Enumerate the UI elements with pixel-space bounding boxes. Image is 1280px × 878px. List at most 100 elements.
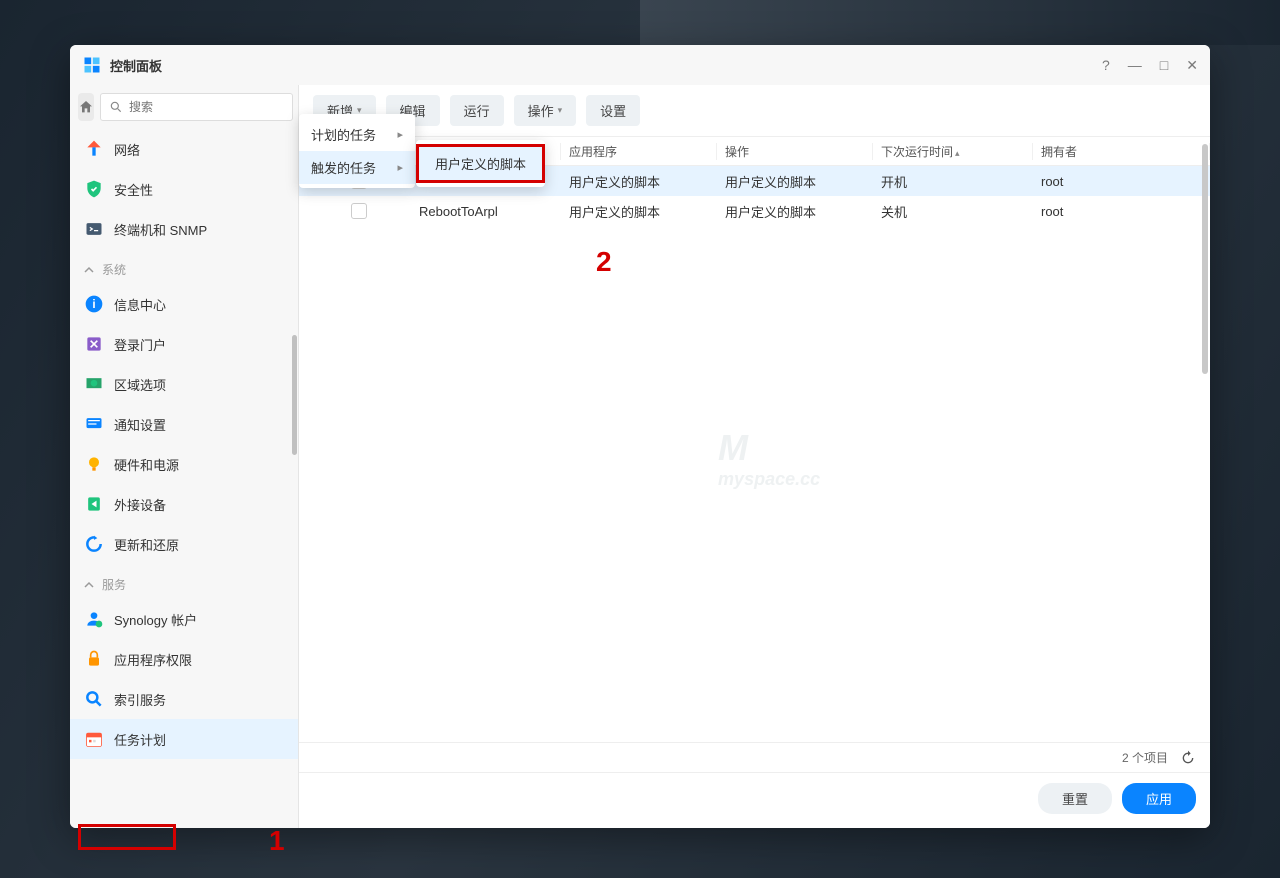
section-title: 系统 — [102, 261, 126, 278]
message-icon — [84, 414, 104, 434]
titlebar: 控制面板 ? — □ ✕ — [70, 45, 1210, 85]
info-icon: i — [84, 294, 104, 314]
toolbar: 新增▾ 编辑 运行 操作▾ 设置 计划的任务 ▸ 触发的任务 ▸ 用户定义的 — [299, 85, 1210, 136]
sidebar-label: 信息中心 — [114, 295, 166, 314]
home-icon — [78, 99, 94, 115]
maximize-button[interactable]: □ — [1160, 57, 1168, 73]
submenu-item-user-defined-script[interactable]: 用户定义的脚本 — [416, 144, 545, 183]
sidebar-label: 终端机和 SNMP — [114, 220, 207, 239]
apply-button[interactable]: 应用 — [1122, 783, 1196, 814]
caret-down-icon: ▾ — [558, 105, 563, 116]
help-button[interactable]: ? — [1102, 57, 1110, 73]
app-icon — [82, 55, 102, 75]
sidebar-item-terminal[interactable]: 终端机和 SNMP — [70, 209, 298, 249]
cell-operation: 用户定义的脚本 — [717, 172, 873, 191]
window-title: 控制面板 — [110, 56, 1102, 75]
shield-icon — [84, 179, 104, 199]
sidebar-item-security[interactable]: 安全性 — [70, 169, 298, 209]
terminal-icon — [84, 219, 104, 239]
sidebar: 网络 安全性 终端机和 SNMP 系统 i 信息中心 — [70, 85, 299, 828]
chevron-right-icon: ▸ — [397, 161, 403, 174]
sidebar-section-system[interactable]: 系统 — [70, 249, 298, 284]
calendar-icon — [84, 729, 104, 749]
sidebar-label: 索引服务 — [114, 690, 166, 709]
cell-operation: 用户定义的脚本 — [717, 202, 873, 221]
cell-owner: root — [1033, 174, 1210, 189]
lock-icon — [84, 649, 104, 669]
dropdown-label: 触发的任务 — [311, 158, 376, 177]
cell-owner: root — [1033, 204, 1210, 219]
settings-button[interactable]: 设置 — [586, 95, 640, 126]
sidebar-list: 网络 安全性 终端机和 SNMP 系统 i 信息中心 — [70, 129, 298, 828]
section-title: 服务 — [102, 576, 126, 593]
main-panel: 新增▾ 编辑 运行 操作▾ 设置 计划的任务 ▸ 触发的任务 ▸ 用户定义的 — [299, 85, 1210, 828]
sidebar-item-login-portal[interactable]: 登录门户 — [70, 324, 298, 364]
column-owner[interactable]: 拥有者 — [1033, 143, 1210, 160]
dropdown-label: 计划的任务 — [311, 125, 376, 144]
sidebar-label: 任务计划 — [114, 730, 166, 749]
column-application[interactable]: 应用程序 — [561, 143, 717, 160]
scrollbar[interactable] — [1202, 144, 1208, 374]
sidebar-label: 区域选项 — [114, 375, 166, 394]
sidebar-label: 外接设备 — [114, 495, 166, 514]
cell-next-run: 开机 — [873, 172, 1033, 191]
sidebar-label: 通知设置 — [114, 415, 166, 434]
sidebar-item-notification[interactable]: 通知设置 — [70, 404, 298, 444]
task-table: 任务名称 应用程序 操作 下次运行时间▴ 拥有者 用户定义的脚本 用户定义的脚本… — [299, 136, 1210, 742]
annotation-number-2: 2 — [596, 246, 612, 278]
sidebar-section-services[interactable]: 服务 — [70, 564, 298, 599]
status-bar: 2 个项目 — [299, 742, 1210, 773]
sidebar-item-synology-account[interactable]: Synology 帐户 — [70, 599, 298, 639]
cell-next-run: 关机 — [873, 202, 1033, 221]
sidebar-item-indexing[interactable]: 索引服务 — [70, 679, 298, 719]
globe-icon — [84, 374, 104, 394]
row-checkbox[interactable] — [351, 203, 367, 219]
cell-application: 用户定义的脚本 — [561, 172, 717, 191]
svg-text:i: i — [92, 298, 95, 311]
chevron-right-icon: ▸ — [397, 128, 403, 141]
search-service-icon — [84, 689, 104, 709]
home-button[interactable] — [78, 93, 94, 121]
sidebar-item-task-scheduler[interactable]: 任务计划 — [70, 719, 298, 759]
external-icon — [84, 494, 104, 514]
sidebar-label: 应用程序权限 — [114, 650, 192, 669]
account-icon — [84, 609, 104, 629]
chevron-up-icon — [84, 265, 94, 275]
portal-icon — [84, 334, 104, 354]
sidebar-label: 安全性 — [114, 180, 153, 199]
reset-button[interactable]: 重置 — [1038, 783, 1112, 814]
column-operation[interactable]: 操作 — [717, 143, 873, 160]
dropdown-item-scheduled-task[interactable]: 计划的任务 ▸ — [299, 118, 415, 151]
new-dropdown: 计划的任务 ▸ 触发的任务 ▸ — [299, 114, 415, 188]
submenu: 用户定义的脚本 — [416, 140, 545, 187]
sidebar-item-network[interactable]: 网络 — [70, 129, 298, 169]
minimize-button[interactable]: — — [1128, 57, 1142, 73]
table-row[interactable]: RebootToArpl 用户定义的脚本 用户定义的脚本 关机 root — [299, 196, 1210, 226]
column-next-run[interactable]: 下次运行时间▴ — [873, 143, 1033, 160]
annotation-number-1: 1 — [269, 825, 285, 857]
dropdown-item-triggered-task[interactable]: 触发的任务 ▸ — [299, 151, 415, 184]
sidebar-item-infocenter[interactable]: i 信息中心 — [70, 284, 298, 324]
sidebar-item-app-privileges[interactable]: 应用程序权限 — [70, 639, 298, 679]
sidebar-item-update[interactable]: 更新和还原 — [70, 524, 298, 564]
sidebar-item-external[interactable]: 外接设备 — [70, 484, 298, 524]
run-button[interactable]: 运行 — [450, 95, 504, 126]
sidebar-label: 网络 — [114, 140, 140, 159]
sidebar-item-hardware[interactable]: 硬件和电源 — [70, 444, 298, 484]
network-icon — [84, 139, 104, 159]
chevron-up-icon — [84, 580, 94, 590]
search-field[interactable] — [100, 93, 293, 121]
action-button[interactable]: 操作▾ — [514, 95, 577, 126]
footer: 重置 应用 — [299, 773, 1210, 828]
close-button[interactable]: ✕ — [1186, 57, 1198, 74]
sidebar-label: 登录门户 — [114, 335, 166, 354]
refresh-icon — [84, 534, 104, 554]
sidebar-label: 更新和还原 — [114, 535, 179, 554]
search-input[interactable] — [129, 100, 284, 114]
search-icon — [109, 100, 123, 114]
sort-asc-icon: ▴ — [955, 148, 960, 158]
sidebar-item-regional[interactable]: 区域选项 — [70, 364, 298, 404]
scrollbar-thumb[interactable] — [292, 335, 297, 455]
watermark: Mmyspace.cc — [718, 427, 820, 490]
refresh-icon[interactable] — [1180, 750, 1196, 766]
